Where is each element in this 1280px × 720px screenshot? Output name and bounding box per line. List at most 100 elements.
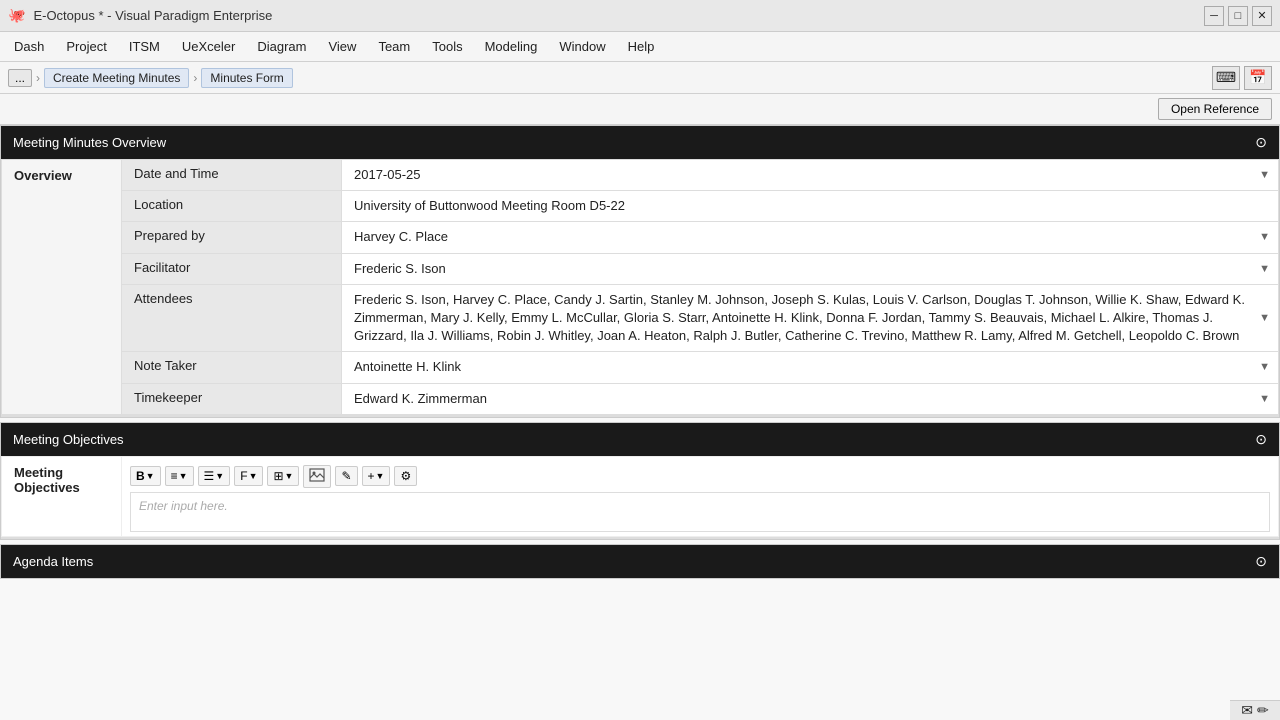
list-icon: ☰ bbox=[204, 469, 215, 483]
timekeeper-dropdown-arrow[interactable]: ▼ bbox=[1259, 393, 1270, 405]
menu-project[interactable]: Project bbox=[56, 35, 116, 58]
location-field-label: Location bbox=[122, 191, 342, 222]
edit-icon[interactable]: ✏ bbox=[1257, 702, 1269, 719]
status-bar-icons: ✉ ✏ bbox=[1230, 700, 1280, 720]
overview-date-row: Overview Date and Time 2017-05-25 ▼ bbox=[2, 160, 1279, 191]
align-button[interactable]: ≡ ▼ bbox=[165, 466, 194, 486]
menu-modeling[interactable]: Modeling bbox=[475, 35, 548, 58]
image-button[interactable] bbox=[303, 465, 331, 488]
font-icon: F bbox=[240, 469, 247, 483]
image-icon bbox=[309, 468, 325, 485]
bold-icon: B bbox=[136, 469, 145, 483]
align-dropdown-arrow: ▼ bbox=[179, 471, 188, 481]
overview-header-title: Meeting Minutes Overview bbox=[13, 135, 166, 150]
objectives-collapse-button[interactable]: ⊙ bbox=[1255, 431, 1267, 448]
breadcrumb-minutes-form[interactable]: Minutes Form bbox=[201, 68, 292, 88]
maximize-button[interactable]: □ bbox=[1228, 6, 1248, 26]
overview-section-header: Meeting Minutes Overview ⊙ bbox=[1, 126, 1279, 159]
editor-toolbar: B ▼ ≡ ▼ ☰ ▼ bbox=[130, 461, 1270, 492]
objectives-section: Meeting Objectives ⊙ Meeting Objectives … bbox=[0, 422, 1280, 540]
agenda-collapse-button[interactable]: ⊙ bbox=[1255, 553, 1267, 570]
settings-button[interactable]: ⚙ bbox=[394, 466, 417, 486]
menu-view[interactable]: View bbox=[318, 35, 366, 58]
bold-button[interactable]: B ▼ bbox=[130, 466, 161, 486]
window-title: E-Octopus * - Visual Paradigm Enterprise bbox=[33, 8, 272, 23]
objectives-placeholder: Enter input here. bbox=[139, 499, 228, 513]
agenda-section-header: Agenda Items ⊙ bbox=[1, 545, 1279, 578]
calendar-icon-button[interactable]: 📅 bbox=[1244, 66, 1272, 90]
attendees-value-cell[interactable]: Frederic S. Ison, Harvey C. Place, Candy… bbox=[342, 284, 1279, 352]
note-taker-value: Antoinette H. Klink bbox=[354, 359, 481, 374]
keyboard-icon-button[interactable]: ⌨ bbox=[1212, 66, 1240, 90]
breadcrumb-bar: ... › Create Meeting Minutes › Minutes F… bbox=[0, 62, 1280, 94]
agenda-header-title: Agenda Items bbox=[13, 554, 93, 569]
objectives-section-header: Meeting Objectives ⊙ bbox=[1, 423, 1279, 456]
facilitator-value-cell[interactable]: Frederic S. Ison ▼ bbox=[342, 253, 1279, 284]
add-icon: + bbox=[368, 469, 375, 483]
app-icon: 🐙 bbox=[8, 7, 25, 24]
objectives-editor-cell: B ▼ ≡ ▼ ☰ ▼ bbox=[122, 456, 1279, 536]
add-button[interactable]: + ▼ bbox=[362, 466, 391, 486]
menu-diagram[interactable]: Diagram bbox=[247, 35, 316, 58]
menu-dash[interactable]: Dash bbox=[4, 35, 54, 58]
timekeeper-value-cell[interactable]: Edward K. Zimmerman ▼ bbox=[342, 383, 1279, 414]
overview-prepared-row: Prepared by Harvey C. Place ▼ bbox=[2, 222, 1279, 253]
menu-bar: Dash Project ITSM UeXceler Diagram View … bbox=[0, 32, 1280, 62]
menu-tools[interactable]: Tools bbox=[422, 35, 472, 58]
font-dropdown-arrow: ▼ bbox=[249, 471, 258, 481]
breadcrumb-separator-2: › bbox=[193, 71, 197, 85]
menu-window[interactable]: Window bbox=[549, 35, 615, 58]
breadcrumb-right-icons: ⌨ 📅 bbox=[1212, 66, 1272, 90]
timekeeper-field-label: Timekeeper bbox=[122, 383, 342, 414]
main-content: Open Reference Meeting Minutes Overview … bbox=[0, 94, 1280, 720]
menu-uexceler[interactable]: UeXceler bbox=[172, 35, 245, 58]
date-time-field-label: Date and Time bbox=[122, 160, 342, 191]
overview-row-label: Overview bbox=[2, 160, 122, 415]
breadcrumb-more-button[interactable]: ... bbox=[8, 69, 32, 87]
breadcrumb-separator-1: › bbox=[36, 71, 40, 85]
menu-itsm[interactable]: ITSM bbox=[119, 35, 170, 58]
table-button[interactable]: ⊞ ▼ bbox=[267, 466, 299, 486]
breadcrumb-minutes-form-label: Minutes Form bbox=[210, 71, 283, 85]
table-dropdown-arrow: ▼ bbox=[285, 471, 294, 481]
bold-dropdown-arrow: ▼ bbox=[146, 471, 155, 481]
highlight-icon: ✎ bbox=[341, 469, 351, 483]
overview-collapse-button[interactable]: ⊙ bbox=[1255, 134, 1267, 151]
location-value-cell[interactable]: University of Buttonwood Meeting Room D5… bbox=[342, 191, 1279, 222]
date-time-dropdown-arrow[interactable]: ▼ bbox=[1259, 169, 1270, 181]
note-taker-value-cell[interactable]: Antoinette H. Klink ▼ bbox=[342, 352, 1279, 383]
menu-help[interactable]: Help bbox=[618, 35, 665, 58]
date-time-value-cell[interactable]: 2017-05-25 ▼ bbox=[342, 160, 1279, 191]
open-reference-button[interactable]: Open Reference bbox=[1158, 98, 1272, 120]
facilitator-value: Frederic S. Ison bbox=[354, 261, 466, 276]
font-button[interactable]: F ▼ bbox=[234, 466, 263, 486]
prepared-by-dropdown-arrow[interactable]: ▼ bbox=[1259, 231, 1270, 243]
facilitator-dropdown-arrow[interactable]: ▼ bbox=[1259, 263, 1270, 275]
note-taker-dropdown-arrow[interactable]: ▼ bbox=[1259, 361, 1270, 373]
top-toolbar: Open Reference bbox=[0, 94, 1280, 125]
highlight-button[interactable]: ✎ bbox=[335, 466, 357, 486]
overview-content: Overview Date and Time 2017-05-25 ▼ Loca… bbox=[1, 159, 1279, 417]
overview-timekeeper-row: Timekeeper Edward K. Zimmerman ▼ bbox=[2, 383, 1279, 414]
overview-attendees-row: Attendees Frederic S. Ison, Harvey C. Pl… bbox=[2, 284, 1279, 352]
overview-notetaker-row: Note Taker Antoinette H. Klink ▼ bbox=[2, 352, 1279, 383]
date-time-value: 2017-05-25 bbox=[354, 167, 441, 182]
overview-location-row: Location University of Buttonwood Meetin… bbox=[2, 191, 1279, 222]
objectives-row: Meeting Objectives B ▼ ≡ ▼ bbox=[2, 456, 1279, 536]
menu-team[interactable]: Team bbox=[368, 35, 420, 58]
list-dropdown-arrow: ▼ bbox=[215, 471, 224, 481]
breadcrumb-create-meeting[interactable]: Create Meeting Minutes bbox=[44, 68, 189, 88]
prepared-by-value-cell[interactable]: Harvey C. Place ▼ bbox=[342, 222, 1279, 253]
minimize-button[interactable]: ─ bbox=[1204, 6, 1224, 26]
attendees-dropdown-arrow[interactable]: ▼ bbox=[1259, 312, 1270, 324]
table-icon: ⊞ bbox=[273, 469, 283, 483]
list-button[interactable]: ☰ ▼ bbox=[198, 466, 231, 486]
add-dropdown-arrow: ▼ bbox=[376, 471, 385, 481]
overview-table: Overview Date and Time 2017-05-25 ▼ Loca… bbox=[1, 159, 1279, 415]
timekeeper-value: Edward K. Zimmerman bbox=[354, 391, 507, 406]
note-taker-field-label: Note Taker bbox=[122, 352, 342, 383]
objectives-editor-area[interactable]: Enter input here. bbox=[130, 492, 1270, 532]
close-button[interactable]: ✕ bbox=[1252, 6, 1272, 26]
agenda-section: Agenda Items ⊙ bbox=[0, 544, 1280, 579]
email-icon[interactable]: ✉ bbox=[1241, 702, 1253, 719]
